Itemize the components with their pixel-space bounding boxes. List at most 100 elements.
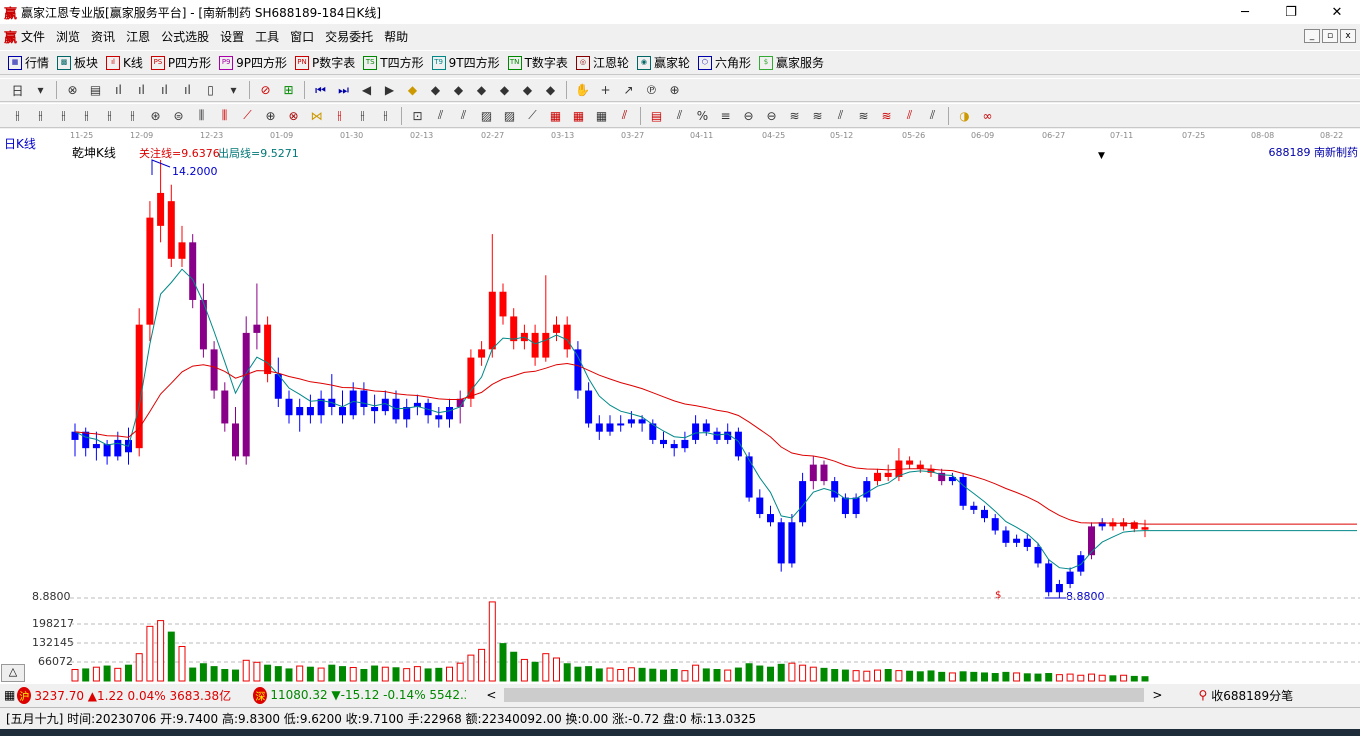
menu-news[interactable]: 资讯 [91, 28, 115, 45]
tool-icon[interactable]: ⫼ [193, 107, 210, 124]
diamond-icon[interactable]: ◆ [427, 82, 444, 99]
bar-icon[interactable]: ıl [110, 82, 127, 99]
tool-icon[interactable]: ⫲ [32, 107, 49, 124]
sz-index-value[interactable]: 11080.32 ▼-15.12 -0.14% 5542.38 [270, 688, 466, 702]
toolbar-button-5[interactable]: PN P数字表 [295, 54, 355, 71]
toolbar-button-7[interactable]: T9 9T四方形 [431, 54, 500, 71]
tool-icon[interactable]: ≋ [878, 107, 895, 124]
tool-icon[interactable]: ⫲ [55, 107, 72, 124]
toolbar-button-2[interactable]: ıl K线 [106, 54, 143, 71]
diamond-icon[interactable]: ◆ [404, 82, 421, 99]
menu-settings[interactable]: 设置 [220, 28, 244, 45]
scroll-right-button[interactable]: > [1152, 688, 1162, 702]
tool-icon[interactable]: ▨ [478, 107, 495, 124]
tool-icon[interactable]: ≋ [809, 107, 826, 124]
sh-index-value[interactable]: 3237.70 ▲1.22 0.04% 3683.38亿 [34, 687, 249, 704]
diamond-icon[interactable]: ◆ [519, 82, 536, 99]
tool-icon[interactable]: ⊜ [170, 107, 187, 124]
tool-icon[interactable]: ⫽ [432, 107, 449, 124]
tool-icon[interactable]: ⊛ [147, 107, 164, 124]
tool-icon[interactable]: ⫲ [354, 107, 371, 124]
line-icon[interactable]: ↗ [620, 82, 637, 99]
tool-icon[interactable]: ⫲ [9, 107, 26, 124]
first-icon[interactable]: ⏮ [312, 82, 329, 99]
tool-icon[interactable]: ▨ [501, 107, 518, 124]
diamond-icon[interactable]: ◆ [450, 82, 467, 99]
minimize-button[interactable]: ─ [1222, 0, 1268, 24]
toolbar-button-6[interactable]: TS T四方形 [363, 54, 424, 71]
toolbar-button-11[interactable]: ⬡ 六角形 [697, 54, 751, 71]
tool-icon[interactable]: ⊡ [409, 107, 426, 124]
tool-icon[interactable]: ⫽ [455, 107, 472, 124]
last-icon[interactable]: ⏭ [335, 82, 352, 99]
chevron-down-icon[interactable]: ▾ [225, 82, 242, 99]
menu-gann[interactable]: 江恩 [126, 28, 150, 45]
menu-browse[interactable]: 浏览 [56, 28, 80, 45]
toolbar-button-4[interactable]: P9 9P四方形 [219, 54, 287, 71]
tool-icon[interactable]: ≡ [717, 107, 734, 124]
hand-icon[interactable]: ✋ [574, 82, 591, 99]
bar-icon[interactable]: ıl [179, 82, 196, 99]
left-icon[interactable]: ◀ [358, 82, 375, 99]
tool-icon[interactable]: ⫲ [124, 107, 141, 124]
zoom-icon[interactable]: ⊕ [666, 82, 683, 99]
menu-formula[interactable]: 公式选股 [161, 28, 209, 45]
tool-icon[interactable]: % [694, 107, 711, 124]
tool-icon[interactable]: ⊖ [740, 107, 757, 124]
maximize-button[interactable]: ❐ [1268, 0, 1314, 24]
tool-icon[interactable]: ⫲ [377, 107, 394, 124]
menu-window[interactable]: 窗口 [290, 28, 314, 45]
tool-icon[interactable]: ⊗ [285, 107, 302, 124]
zoom-icon[interactable]: ⊗ [64, 82, 81, 99]
tool-icon[interactable]: ∞ [979, 107, 996, 124]
tool-icon[interactable]: ≋ [855, 107, 872, 124]
list-icon[interactable]: ▤ [87, 82, 104, 99]
toolbar-button-1[interactable]: ▩ 板块 [57, 54, 98, 71]
menu-help[interactable]: 帮助 [384, 28, 408, 45]
toolbar-button-10[interactable]: ◉ 赢家轮 [636, 54, 690, 71]
grid-icon[interactable]: ⊞ [280, 82, 297, 99]
tool-icon[interactable]: ⫽ [924, 107, 941, 124]
quote-table-icon[interactable]: ▦ [4, 688, 15, 702]
bar-icon[interactable]: ıl [133, 82, 150, 99]
crosshair-icon[interactable]: + [597, 82, 614, 99]
menu-trade[interactable]: 交易委托 [325, 28, 373, 45]
toolbar-button-9[interactable]: ◎ 江恩轮 [575, 54, 629, 71]
tool-icon[interactable]: ⊖ [763, 107, 780, 124]
tool-icon[interactable]: ⊕ [262, 107, 279, 124]
tool-icon[interactable]: ⫽ [616, 107, 633, 124]
tool-icon[interactable]: ▤ [648, 107, 665, 124]
tool-icon[interactable]: ⫽ [671, 107, 688, 124]
tool-icon[interactable]: ⫲ [78, 107, 95, 124]
scroll-left-button[interactable]: < [486, 688, 496, 702]
tool-icon[interactable]: ⫲ [101, 107, 118, 124]
diamond-icon[interactable]: ◆ [496, 82, 513, 99]
mdi-minimize-button[interactable]: _ [1304, 29, 1320, 43]
tool-icon[interactable]: ⋈ [308, 107, 325, 124]
diamond-icon[interactable]: ◆ [473, 82, 490, 99]
tool-icon[interactable]: ≋ [786, 107, 803, 124]
toolbar-button-12[interactable]: $ 赢家服务 [758, 54, 824, 71]
p-icon[interactable]: ℗ [643, 82, 660, 99]
tool-icon[interactable]: ▦ [547, 107, 564, 124]
tool-icon[interactable]: ◑ [956, 107, 973, 124]
tool-icon[interactable]: ▦ [593, 107, 610, 124]
toolbar-button-3[interactable]: PS P四方形 [150, 54, 211, 71]
toolbar-button-8[interactable]: TN T数字表 [507, 54, 568, 71]
tool-icon[interactable]: ⟋ [524, 107, 541, 124]
tool-icon[interactable]: ⫲ [331, 107, 348, 124]
candle-icon[interactable]: ▯ [202, 82, 219, 99]
kline-chart[interactable]: 11-25 12-09 12-23 01-09 01-30 02-13 02-27 03-13… [0, 129, 1360, 684]
toolbar-button-0[interactable]: ▦ 行情 [8, 54, 49, 71]
close-button[interactable]: ✕ [1314, 0, 1360, 24]
right-icon[interactable]: ▶ [381, 82, 398, 99]
tool-icon[interactable]: ⫽ [832, 107, 849, 124]
horizontal-scrollbar[interactable] [504, 688, 1145, 702]
chevron-down-icon[interactable]: ▾ [32, 82, 49, 99]
diamond-icon[interactable]: ◆ [542, 82, 559, 99]
tool-icon[interactable]: ⫽ [901, 107, 918, 124]
tool-icon[interactable]: ▦ [570, 107, 587, 124]
tool-icon[interactable]: ⟋ [239, 107, 256, 124]
menu-file[interactable]: 文件 [21, 28, 45, 45]
tick-data-label[interactable]: 收688189分笔 [1211, 687, 1293, 704]
